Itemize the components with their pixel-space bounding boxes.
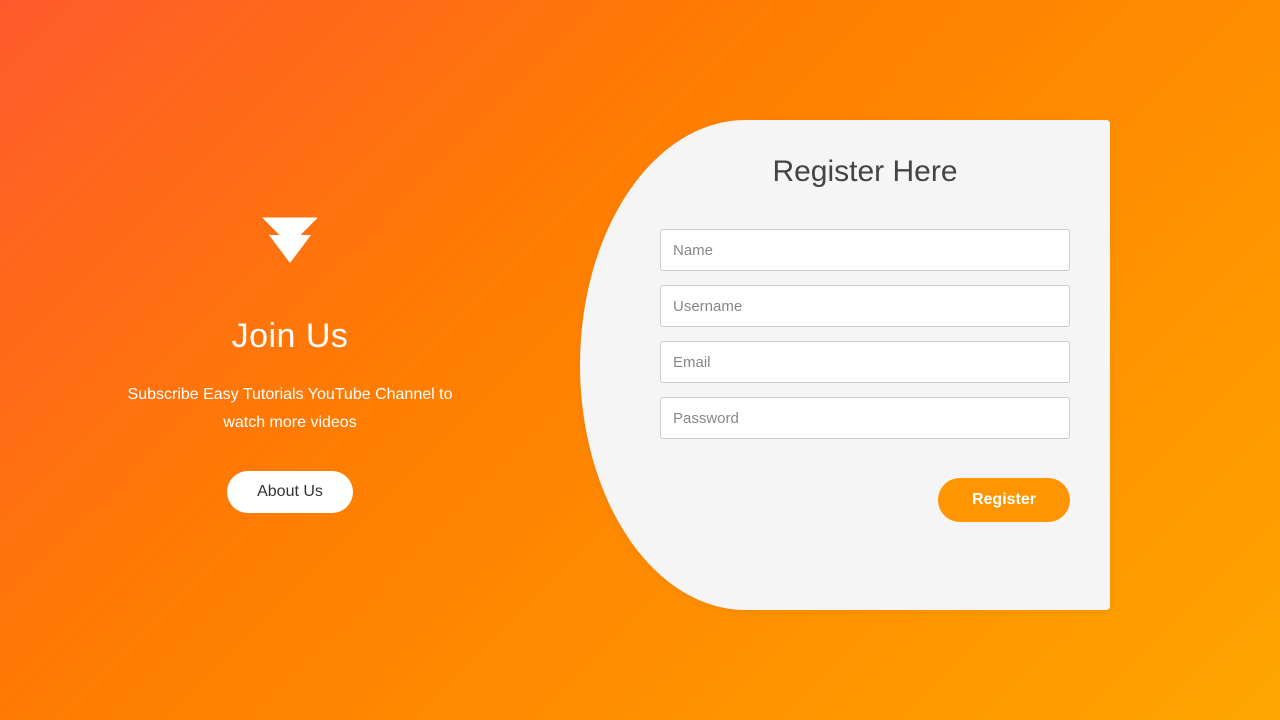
left-panel: Join Us Subscribe Easy Tutorials YouTube… [0,0,580,720]
join-title: Join Us [232,317,349,356]
register-button[interactable]: Register [938,478,1070,522]
register-card: Register Here Register [580,120,1110,610]
logo-chevron-icon [255,207,325,277]
name-field[interactable] [660,229,1070,271]
register-title: Register Here [660,155,1070,189]
join-subtitle: Subscribe Easy Tutorials YouTube Channel… [110,381,470,435]
email-field[interactable] [660,341,1070,383]
username-field[interactable] [660,285,1070,327]
about-us-button[interactable]: About Us [227,471,353,513]
password-field[interactable] [660,397,1070,439]
